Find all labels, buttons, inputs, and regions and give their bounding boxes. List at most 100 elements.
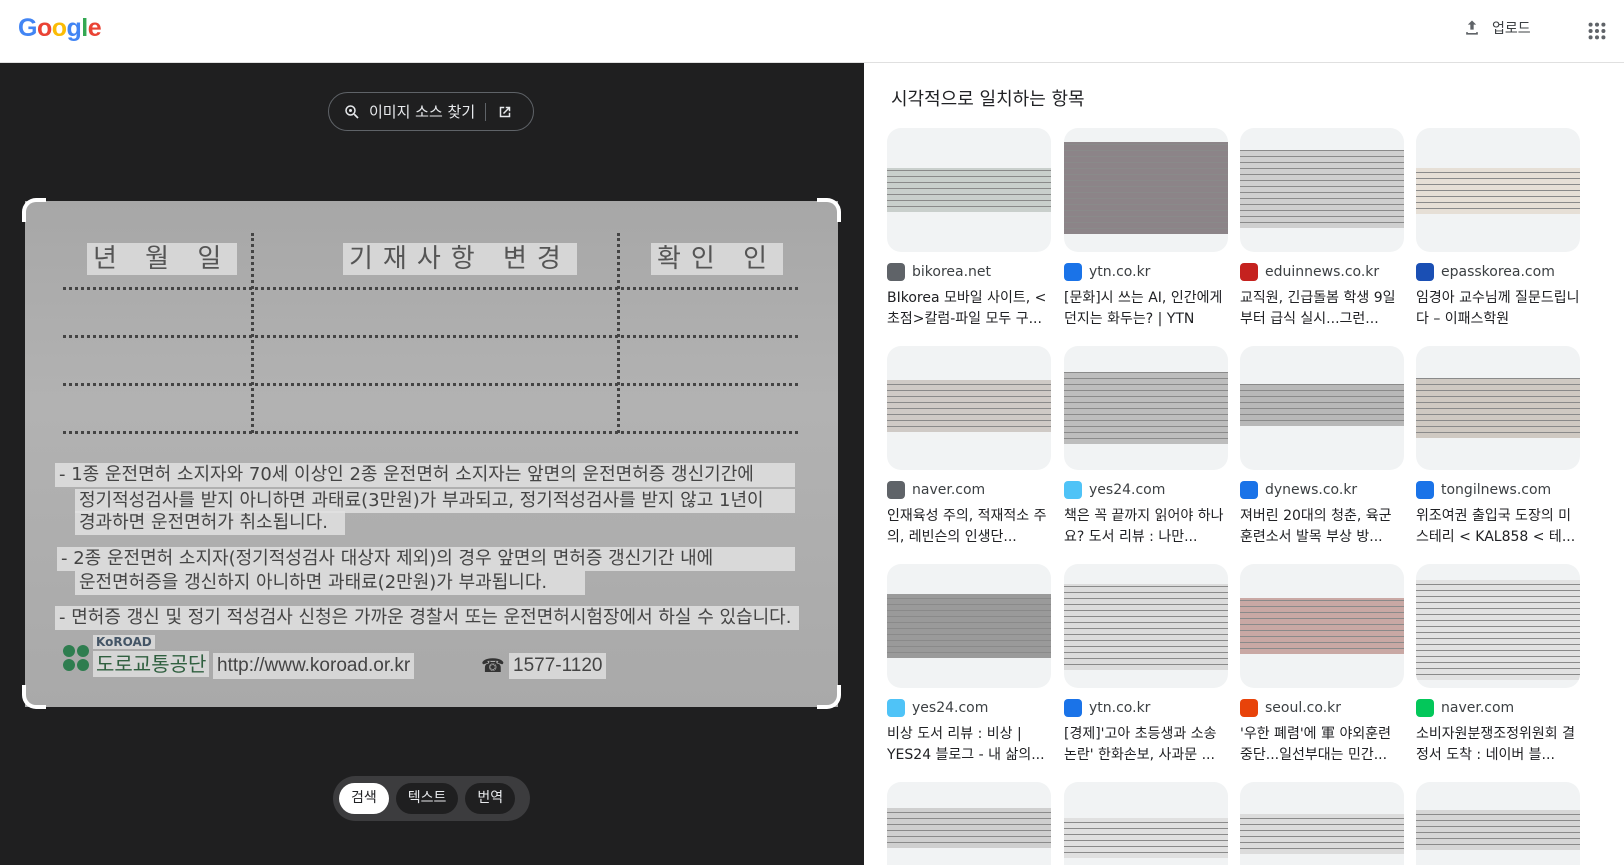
result-card[interactable]: naver.com 인재육성 주의, 적재적소 주의, 레빈슨의 인생단... bbox=[887, 346, 1051, 548]
photo-text-line: - 1종 운전면허 소지자와 70세 이상인 2종 운전면허 소지자는 앞면의 … bbox=[55, 463, 795, 487]
result-card[interactable]: eduinnews.co.kr 교직원, 긴급돌봄 학생 9일부터 급식 실시..… bbox=[1240, 128, 1404, 330]
result-title[interactable]: 교직원, 긴급돌봄 학생 9일부터 급식 실시...그런... bbox=[1240, 288, 1404, 330]
result-source-domain: yes24.com bbox=[912, 700, 989, 716]
result-card[interactable] bbox=[887, 782, 1051, 865]
thumbnail-image bbox=[1064, 142, 1228, 234]
site-favicon-icon bbox=[887, 699, 905, 717]
result-thumbnail[interactable] bbox=[1240, 346, 1404, 470]
result-title[interactable]: 책은 꼭 끝까지 읽어야 하나요? 도서 리뷰 : 나만... bbox=[1064, 506, 1228, 548]
upload-button[interactable]: 업로드 bbox=[1462, 18, 1531, 38]
result-title[interactable]: 소비자원분쟁조정위원회 결정서 도착 : 네이버 블... bbox=[1416, 724, 1580, 766]
result-thumbnail[interactable] bbox=[1064, 564, 1228, 688]
result-thumbnail[interactable] bbox=[1064, 346, 1228, 470]
mode-switcher: 검색 텍스트 번역 bbox=[333, 776, 530, 821]
site-favicon-icon bbox=[1416, 263, 1434, 281]
photo-text-line: - 2종 운전면허 소지자(정기적성검사 대상자 제외)의 경우 앞면의 면허증… bbox=[57, 547, 795, 571]
top-bar: Google 업로드 bbox=[0, 0, 1624, 63]
site-favicon-icon bbox=[1064, 699, 1082, 717]
result-source[interactable]: dynews.co.kr bbox=[1240, 481, 1404, 499]
result-title[interactable]: 임경아 교수님께 질문드립니다 – 이패스학원 bbox=[1416, 288, 1580, 330]
result-card[interactable]: bikorea.net BIkorea 모바일 사이트, < 초점>칼럼-파일 모… bbox=[887, 128, 1051, 330]
result-thumbnail[interactable] bbox=[1064, 782, 1228, 865]
result-card[interactable]: dynews.co.kr 져버린 20대의 청춘, 육군 훈련소서 발목 부상 방… bbox=[1240, 346, 1404, 548]
photo-text-line: 경과하면 운전면허가 취소됩니다. bbox=[75, 511, 345, 535]
result-thumbnail[interactable] bbox=[887, 564, 1051, 688]
thumbnail-image bbox=[1416, 378, 1580, 438]
result-title[interactable]: 비상 도서 리뷰 : 비상 | YES24 블로그 - 내 삶의... bbox=[887, 724, 1051, 766]
uploaded-image[interactable]: 년 월 일 기재사항 변경 확인 인 - 1종 운전면허 소지자와 70세 이상… bbox=[25, 201, 838, 707]
result-source[interactable]: tongilnews.com bbox=[1416, 481, 1580, 499]
result-title[interactable]: [경제]'고아 초등생과 소송 논란' 한화손보, 사과문 ... bbox=[1064, 724, 1228, 766]
result-thumbnail[interactable] bbox=[1416, 782, 1580, 865]
google-logo[interactable]: Google bbox=[18, 14, 102, 43]
result-source-domain: seoul.co.kr bbox=[1265, 700, 1342, 716]
apps-grid-icon[interactable] bbox=[1586, 20, 1608, 42]
thumbnail-image bbox=[1064, 372, 1228, 444]
find-image-source-label: 이미지 소스 찾기 bbox=[369, 103, 476, 121]
result-source[interactable]: naver.com bbox=[887, 481, 1051, 499]
result-card[interactable]: yes24.com 책은 꼭 끝까지 읽어야 하나요? 도서 리뷰 : 나만... bbox=[1064, 346, 1228, 548]
photo-header-changes: 기재사항 변경 bbox=[343, 243, 577, 275]
mode-search-button[interactable]: 검색 bbox=[339, 783, 389, 814]
result-thumbnail[interactable] bbox=[887, 782, 1051, 865]
result-card[interactable]: seoul.co.kr '우한 폐렴'에 軍 야외훈련 중단...일선부대는 민간… bbox=[1240, 564, 1404, 766]
result-thumbnail[interactable] bbox=[887, 128, 1051, 252]
result-source[interactable]: bikorea.net bbox=[887, 263, 1051, 281]
result-source-domain: epasskorea.com bbox=[1441, 264, 1555, 280]
result-thumbnail[interactable] bbox=[1416, 564, 1580, 688]
crop-handle-top-left[interactable] bbox=[22, 198, 46, 222]
mode-text-button[interactable]: 텍스트 bbox=[395, 783, 459, 814]
section-title: 시각적으로 일치하는 항목 bbox=[891, 89, 1085, 110]
result-card[interactable]: ytn.co.kr [경제]'고아 초등생과 소송 논란' 한화손보, 사과문 .… bbox=[1064, 564, 1228, 766]
result-source[interactable]: ytn.co.kr bbox=[1064, 699, 1228, 717]
thumbnail-image bbox=[887, 808, 1051, 848]
result-thumbnail[interactable] bbox=[1416, 346, 1580, 470]
dotted-divider bbox=[617, 233, 620, 433]
result-source-domain: bikorea.net bbox=[912, 264, 992, 280]
phone-icon: ☎ bbox=[481, 655, 505, 677]
thumbnail-image bbox=[1240, 150, 1404, 228]
result-thumbnail[interactable] bbox=[1064, 128, 1228, 252]
koroad-logo-icon bbox=[63, 645, 89, 671]
result-source[interactable]: yes24.com bbox=[1064, 481, 1228, 499]
result-title[interactable]: '우한 폐렴'에 軍 야외훈련 중단...일선부대는 민간... bbox=[1240, 724, 1404, 766]
result-card[interactable]: ytn.co.kr [문화]시 쓰는 AI, 인간에게 던지는 화두는? | YT… bbox=[1064, 128, 1228, 330]
result-card[interactable]: epasskorea.com 임경아 교수님께 질문드립니다 – 이패스학원 bbox=[1416, 128, 1580, 330]
result-thumbnail[interactable] bbox=[1240, 564, 1404, 688]
result-thumbnail[interactable] bbox=[887, 346, 1051, 470]
result-title[interactable]: 위조여권 출입국 도장의 미스테리 < KAL858 < 테... bbox=[1416, 506, 1580, 548]
result-card[interactable] bbox=[1064, 782, 1228, 865]
result-thumbnail[interactable] bbox=[1240, 128, 1404, 252]
result-source[interactable]: yes24.com bbox=[887, 699, 1051, 717]
koroad-small-label: KoROAD bbox=[93, 635, 155, 649]
mode-translate-button[interactable]: 번역 bbox=[465, 783, 516, 814]
result-thumbnail[interactable] bbox=[1416, 128, 1580, 252]
thumbnail-image bbox=[1416, 580, 1580, 680]
photo-header-confirm: 확인 인 bbox=[651, 243, 784, 275]
result-title[interactable]: 인재육성 주의, 적재적소 주의, 레빈슨의 인생단... bbox=[887, 506, 1051, 548]
result-thumbnail[interactable] bbox=[1240, 782, 1404, 865]
result-source[interactable]: epasskorea.com bbox=[1416, 263, 1580, 281]
result-title[interactable]: BIkorea 모바일 사이트, < 초점>칼럼-파일 모두 구... bbox=[887, 288, 1051, 330]
results-panel: 시각적으로 일치하는 항목 bikorea.net BIkorea 모바일 사이트… bbox=[864, 63, 1624, 865]
dotted-row-line bbox=[63, 431, 798, 434]
result-card[interactable]: yes24.com 비상 도서 리뷰 : 비상 | YES24 블로그 - 내 삶… bbox=[887, 564, 1051, 766]
thumbnail-image bbox=[1416, 168, 1580, 214]
result-card[interactable]: naver.com 소비자원분쟁조정위원회 결정서 도착 : 네이버 블... bbox=[1416, 564, 1580, 766]
result-card[interactable] bbox=[1240, 782, 1404, 865]
result-source[interactable]: ytn.co.kr bbox=[1064, 263, 1228, 281]
result-title[interactable]: [문화]시 쓰는 AI, 인간에게 던지는 화두는? | YTN bbox=[1064, 288, 1228, 330]
result-title[interactable]: 져버린 20대의 청춘, 육군 훈련소서 발목 부상 방... bbox=[1240, 506, 1404, 548]
site-favicon-icon bbox=[887, 481, 905, 499]
thumbnail-image bbox=[1240, 384, 1404, 426]
site-favicon-icon bbox=[1240, 263, 1258, 281]
find-image-source-button[interactable]: 이미지 소스 찾기 bbox=[328, 92, 534, 131]
result-card[interactable] bbox=[1416, 782, 1580, 865]
result-source[interactable]: eduinnews.co.kr bbox=[1240, 263, 1404, 281]
divider bbox=[485, 102, 487, 121]
thumbnail-image bbox=[1240, 814, 1404, 854]
result-card[interactable]: tongilnews.com 위조여권 출입국 도장의 미스테리 < KAL858… bbox=[1416, 346, 1580, 548]
thumbnail-image bbox=[1240, 598, 1404, 654]
result-source[interactable]: seoul.co.kr bbox=[1240, 699, 1404, 717]
result-source[interactable]: naver.com bbox=[1416, 699, 1580, 717]
